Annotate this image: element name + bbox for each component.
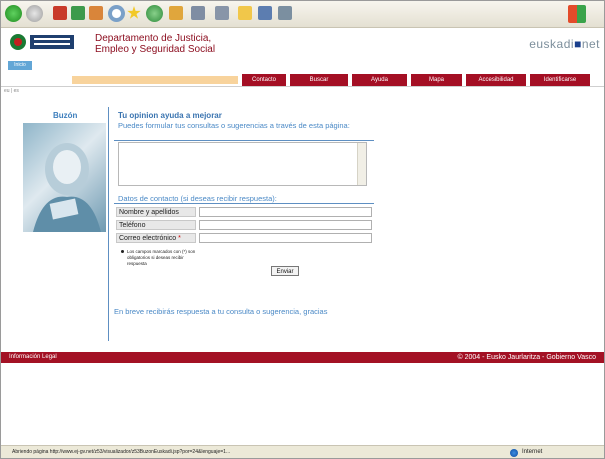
email-label: Correo electrónico *: [116, 233, 196, 243]
phone-row: Teléfono: [116, 220, 372, 230]
messenger-icon[interactable]: [238, 6, 252, 20]
browser-statusbar: Abriendo página http://www.ej-gv.net/z53…: [1, 445, 604, 458]
gobierno-vasco-logo: [10, 32, 74, 52]
page-header: Departamento de Justicia, Empleo y Segur…: [1, 28, 604, 57]
send-button[interactable]: Enviar: [271, 266, 299, 276]
contact-heading: Datos de contacto (si deseas recibir res…: [118, 194, 277, 203]
main-nav: Contacto Buscar Ayuda Mapa Accesibilidad…: [242, 74, 590, 86]
nav-identificarse[interactable]: Identificarse: [530, 74, 590, 86]
edit-icon[interactable]: [215, 6, 229, 20]
stop-icon[interactable]: [53, 6, 67, 20]
status-text: Abriendo página http://www.ej-gv.net/z53…: [12, 449, 231, 455]
required-note: Los campos marcados con (*) son obligato…: [121, 249, 197, 267]
legal-info-link[interactable]: Información Legal: [9, 352, 57, 363]
windows-flag-icon: [568, 5, 586, 23]
required-mark: *: [178, 235, 181, 242]
nav-divider: [1, 86, 604, 87]
form-subtitle: Puedes formular tus consultas o sugerenc…: [118, 121, 350, 130]
security-zone: Internet: [522, 449, 543, 455]
euskadi-net-logo[interactable]: euskadi■net: [529, 37, 600, 51]
inicio-link[interactable]: Inicio: [8, 61, 32, 70]
email-row: Correo electrónico *: [116, 233, 372, 243]
decorative-bar: [72, 76, 238, 84]
phone-label: Teléfono: [116, 220, 196, 230]
contact-divider: [114, 203, 374, 204]
page-footer: Información Legal © 2004 - Eusko Jaurlar…: [1, 352, 604, 363]
nav-accesibilidad[interactable]: Accesibilidad: [466, 74, 526, 86]
column-divider: [108, 107, 109, 341]
language-selector[interactable]: eu | es: [4, 88, 19, 94]
nav-mapa[interactable]: Mapa: [411, 74, 462, 86]
home-icon[interactable]: [89, 6, 103, 20]
history-icon[interactable]: [146, 5, 163, 22]
mailbox-photo: [23, 123, 106, 232]
form-divider: [114, 140, 374, 141]
sidebar-title: Buzón: [53, 111, 78, 120]
name-row: Nombre y apellidos: [116, 207, 372, 217]
textarea-scrollbar[interactable]: [357, 143, 366, 185]
copyright: © 2004 - Eusko Jaurlaritza - Gobierno Va…: [457, 354, 596, 361]
form-title: Tu opinion ayuda a mejorar: [118, 111, 222, 120]
thanks-message: En breve recibirás respuesta a tu consul…: [114, 307, 328, 316]
favorites-icon[interactable]: [127, 6, 141, 19]
nav-contacto[interactable]: Contacto: [242, 74, 286, 86]
phone-field[interactable]: [199, 220, 372, 230]
windows-icon[interactable]: [278, 6, 292, 20]
internet-zone-icon: [510, 449, 518, 457]
folder-icon[interactable]: [258, 6, 272, 20]
name-field[interactable]: [199, 207, 372, 217]
name-label: Nombre y apellidos: [116, 207, 196, 217]
suggestion-textarea[interactable]: [118, 142, 367, 186]
back-icon[interactable]: [5, 5, 22, 22]
nav-buscar[interactable]: Buscar: [290, 74, 348, 86]
search-icon[interactable]: [108, 5, 125, 22]
browser-toolbar: [1, 1, 604, 28]
browser-window: Departamento de Justicia, Empleo y Segur…: [0, 0, 605, 459]
bullet-icon: [121, 250, 124, 253]
refresh-icon[interactable]: [71, 6, 85, 20]
forward-icon[interactable]: [26, 5, 43, 22]
email-field[interactable]: [199, 233, 372, 243]
nav-ayuda[interactable]: Ayuda: [352, 74, 407, 86]
mail-icon[interactable]: [169, 6, 183, 20]
department-name: Departamento de Justicia, Empleo y Segur…: [95, 33, 216, 55]
print-icon[interactable]: [191, 6, 205, 20]
